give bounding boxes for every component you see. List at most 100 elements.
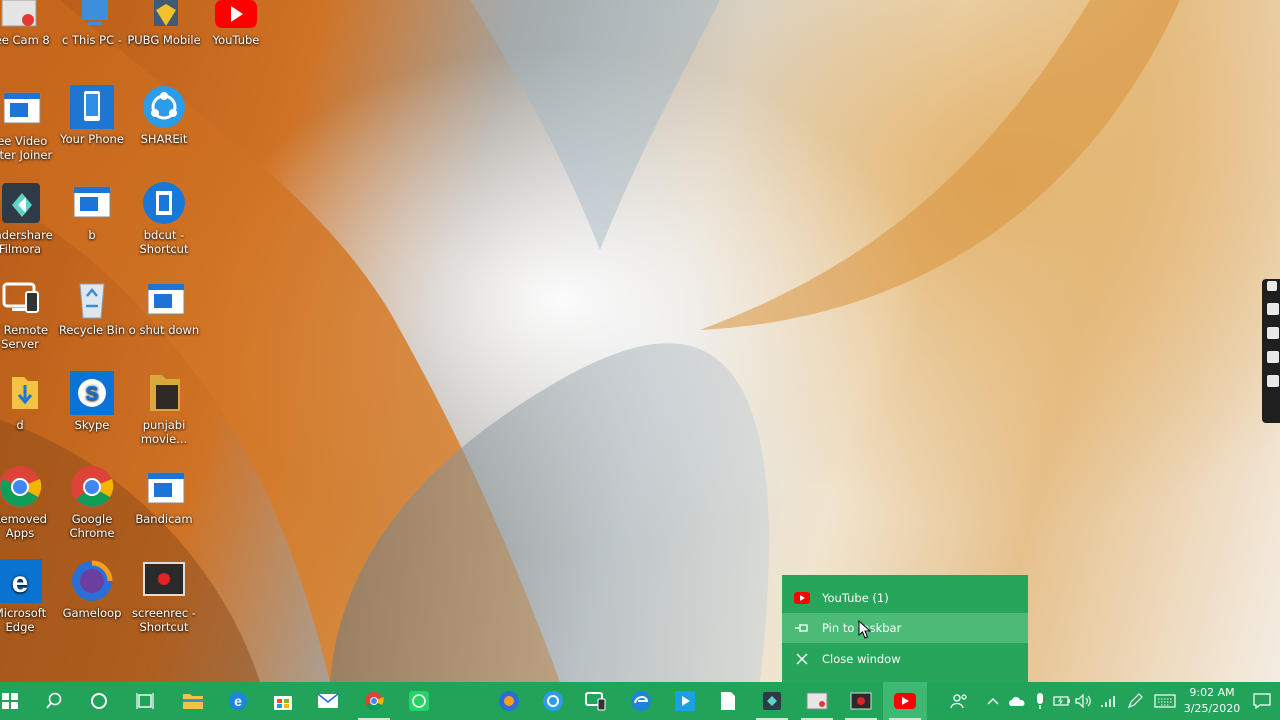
taskbar-edge[interactable]: e: [216, 682, 260, 720]
desktop-icon-punjabi-movie[interactable]: punjabi movie...: [127, 371, 201, 446]
screen-icon[interactable]: [1267, 327, 1279, 339]
jumplist-title: YouTube (1): [822, 591, 889, 605]
people-button[interactable]: [946, 682, 972, 720]
jumplist-pin-to-taskbar[interactable]: Pin to taskbar: [782, 613, 1028, 643]
network-button[interactable]: [1098, 682, 1120, 720]
camera-icon[interactable]: [1267, 303, 1279, 315]
show-hidden-icons-button[interactable]: [984, 682, 1002, 720]
window-icon: [0, 87, 42, 131]
chrome-icon: [70, 465, 114, 509]
gear-icon[interactable]: [1267, 375, 1279, 387]
screenrec-icon: [850, 692, 872, 710]
taskbar-youtube[interactable]: [883, 682, 927, 720]
pubg-icon: [142, 0, 186, 30]
task-view-button[interactable]: [123, 682, 167, 720]
desktop-icon-this-pc[interactable]: c This PC -: [55, 0, 129, 47]
whatsapp-icon: [409, 691, 429, 711]
desktop-icon-screenrec[interactable]: screenrec - Shortcut: [127, 559, 201, 634]
film-icon: [142, 181, 186, 225]
monitor-icon: [70, 0, 114, 30]
gallery-icon[interactable]: [1267, 351, 1279, 363]
desktop-icon-wondershare-filmora[interactable]: ondershare Filmora: [0, 181, 57, 256]
taskbar-screenrec[interactable]: [839, 682, 883, 720]
taskbar-store[interactable]: [261, 682, 305, 720]
clock-time: 9:02 AM: [1189, 686, 1235, 699]
desktop-icon-skype[interactable]: S Skype: [55, 371, 129, 432]
jumplist-close-window[interactable]: Close window: [782, 644, 1028, 674]
start-button[interactable]: [0, 682, 32, 720]
touch-keyboard-button[interactable]: [1152, 682, 1178, 720]
free-cam-icon: [806, 692, 828, 710]
taskbar-whatsapp[interactable]: [397, 682, 441, 720]
desktop-icon-shareit[interactable]: SHAREit: [127, 85, 201, 146]
folder-icon: [142, 371, 186, 415]
folder-download-icon: [0, 371, 42, 415]
desktop-icon-gameloop[interactable]: Gameloop: [55, 559, 129, 620]
desktop-icon-b[interactable]: b: [55, 181, 129, 242]
taskbar-shareit[interactable]: [531, 682, 575, 720]
battery-button[interactable]: [1052, 682, 1072, 720]
desktop-icon-bdcut[interactable]: bdcut - Shortcut: [127, 181, 201, 256]
action-center-button[interactable]: [1250, 682, 1274, 720]
floating-recorder-toolbar[interactable]: [1262, 279, 1280, 423]
phone-icon: [70, 85, 114, 129]
onedrive-button[interactable]: [1006, 682, 1028, 720]
desktop-icon-shut-down[interactable]: o shut down: [127, 276, 201, 337]
desktop-icon-free-cam[interactable]: ree Cam 8: [0, 0, 57, 47]
desktop-icon-free-video-cutter[interactable]: ree Video utter Joiner: [0, 87, 57, 162]
desktop-icon-pc-remote-server[interactable]: C Remote Server: [0, 276, 57, 351]
youtube-icon: [214, 0, 258, 30]
volume-button[interactable]: [1074, 682, 1094, 720]
close-icon: [782, 653, 822, 665]
chrome-icon: [365, 692, 384, 711]
desktop-icon-google-chrome[interactable]: Google Chrome: [55, 465, 129, 540]
skype-icon: S: [70, 371, 114, 415]
search-icon: [46, 692, 62, 709]
clock-date: 3/25/2020: [1183, 702, 1241, 715]
microphone-button[interactable]: [1032, 682, 1048, 720]
shareit-icon: [543, 691, 563, 711]
taskbar-gameloop[interactable]: [487, 682, 531, 720]
gameloop-icon: [70, 559, 114, 603]
svg-text:e: e: [234, 693, 242, 709]
desktop-icon-microsoft-edge[interactable]: e Microsoft Edge: [0, 559, 57, 634]
microphone-icon: [1037, 693, 1043, 709]
desktop-icon-removed-apps[interactable]: Removed Apps: [0, 465, 57, 540]
taskbar-document[interactable]: [706, 682, 750, 720]
taskbar-edge-dev[interactable]: [619, 682, 663, 720]
pin-icon[interactable]: [1267, 281, 1277, 291]
chevron-up-icon: [987, 698, 999, 705]
taskbar-file-explorer[interactable]: [171, 682, 215, 720]
keyboard-icon: [1154, 694, 1176, 708]
cortana-icon: [91, 693, 107, 709]
pen-workspace-button[interactable]: [1124, 682, 1146, 720]
taskbar-video-app[interactable]: [663, 682, 707, 720]
taskbar-filmora[interactable]: [750, 682, 794, 720]
taskbar-chrome[interactable]: [352, 682, 396, 720]
taskbar-free-cam[interactable]: [795, 682, 839, 720]
gameloop-icon: [499, 691, 519, 711]
window-icon: [70, 181, 114, 225]
desktop-icon-your-phone[interactable]: Your Phone: [55, 85, 129, 146]
window-icon: [142, 465, 186, 509]
edge-icon: e: [0, 559, 42, 603]
taskbar-mail[interactable]: [306, 682, 350, 720]
desktop-icon-youtube[interactable]: YouTube: [199, 0, 273, 47]
shareit-icon: [142, 85, 186, 129]
desktop-icon-recycle-bin[interactable]: Recycle Bin: [55, 276, 129, 337]
youtube-icon: [782, 592, 822, 604]
battery-charging-icon: [1053, 696, 1070, 706]
window-icon: [142, 276, 186, 320]
cortana-button[interactable]: [77, 682, 121, 720]
clock[interactable]: 9:02 AM 3/25/2020: [1180, 685, 1244, 717]
search-button[interactable]: [32, 682, 76, 720]
taskbar-remote-pc[interactable]: [574, 682, 618, 720]
jumplist-youtube-window[interactable]: YouTube (1): [782, 583, 1028, 613]
desktop-icon-d[interactable]: d: [0, 371, 57, 432]
desktop-icon-bandicam[interactable]: Bandicam: [127, 465, 201, 526]
people-icon: [950, 694, 967, 709]
desktop-icon-pubg-mobile[interactable]: PUBG Mobile: [127, 0, 201, 47]
notification-icon: [1253, 693, 1271, 709]
play-icon: [675, 691, 695, 711]
youtube-icon: [894, 693, 916, 709]
